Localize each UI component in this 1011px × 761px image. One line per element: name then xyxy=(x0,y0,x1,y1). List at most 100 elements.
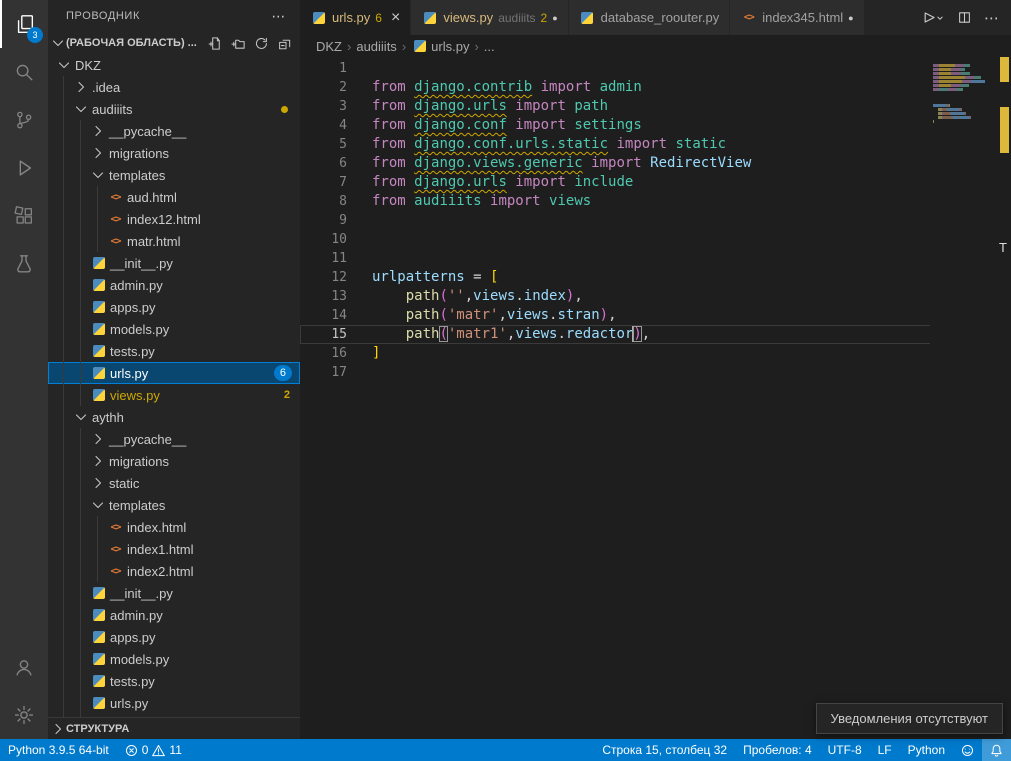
tree-item-DKZ[interactable]: DKZ xyxy=(48,54,300,76)
breadcrumb-...[interactable]: ... xyxy=(484,39,495,54)
tree-item-templates[interactable]: templates xyxy=(48,164,300,186)
new-folder-icon[interactable] xyxy=(229,34,248,53)
account-icon[interactable] xyxy=(0,643,48,691)
python-version[interactable]: Python 3.9.5 64-bit xyxy=(0,739,117,761)
line-number[interactable]: 7 xyxy=(300,173,347,192)
code-line[interactable]: 6from django.views.generic import Redire… xyxy=(300,154,1011,173)
code-line[interactable]: 7from django.urls import include xyxy=(300,173,1011,192)
code-line[interactable]: 12urlpatterns = [ xyxy=(300,268,1011,287)
code-line[interactable]: 17 xyxy=(300,363,1011,382)
encoding[interactable]: UTF-8 xyxy=(820,739,870,761)
breadcrumb-audiiits[interactable]: audiiits xyxy=(356,39,396,54)
overview-ruler[interactable]: T xyxy=(997,57,1011,739)
code-line[interactable]: 16] xyxy=(300,344,1011,363)
code-line[interactable]: 1 xyxy=(300,59,1011,78)
tree-item-tests.py[interactable]: tests.py xyxy=(48,670,300,692)
tree-item-urls.py[interactable]: urls.py xyxy=(48,692,300,714)
tree-item-views.py[interactable]: views.py xyxy=(48,714,300,717)
line-number[interactable]: 9 xyxy=(300,211,347,230)
code-line[interactable]: 10 xyxy=(300,230,1011,249)
collapse-all-icon[interactable] xyxy=(275,34,294,53)
line-number[interactable]: 6 xyxy=(300,154,347,173)
tree-item-index1.html[interactable]: <>index1.html xyxy=(48,538,300,560)
tree-item-audiiits[interactable]: audiiits xyxy=(48,98,300,120)
more-actions-icon[interactable]: ⋯ xyxy=(271,8,286,25)
tree-item-index.html[interactable]: <>index.html xyxy=(48,516,300,538)
line-number[interactable]: 12 xyxy=(300,268,347,287)
explorer-icon[interactable]: 3 xyxy=(0,0,48,48)
line-number[interactable]: 11 xyxy=(300,249,347,268)
tree-item-views.py[interactable]: views.py2 xyxy=(48,384,300,406)
line-number[interactable]: 16 xyxy=(300,344,347,363)
notifications-icon[interactable] xyxy=(982,739,1011,761)
tree-item-.idea[interactable]: .idea xyxy=(48,76,300,98)
tree-item-urls.py[interactable]: urls.py6 xyxy=(48,362,300,384)
close-icon[interactable]: × xyxy=(391,11,400,25)
tree-item-models.py[interactable]: models.py xyxy=(48,648,300,670)
breadcrumb-urls.py[interactable]: urls.py xyxy=(411,38,469,54)
problems[interactable]: 011 xyxy=(117,739,190,761)
code-line[interactable]: 8from audiiits import views xyxy=(300,192,1011,211)
line-number[interactable]: 13 xyxy=(300,287,347,306)
tree-item-apps.py[interactable]: apps.py xyxy=(48,626,300,648)
line-number[interactable]: 5 xyxy=(300,135,347,154)
split-editor-icon[interactable] xyxy=(957,10,972,25)
line-number[interactable]: 2 xyxy=(300,78,347,97)
feedback-icon[interactable] xyxy=(953,739,982,761)
tree-item-__pycache__[interactable]: __pycache__ xyxy=(48,120,300,142)
tree-item-static[interactable]: static xyxy=(48,472,300,494)
line-number[interactable]: 14 xyxy=(300,306,347,325)
breadcrumb-DKZ[interactable]: DKZ xyxy=(316,39,342,54)
tree-item-__init__.py[interactable]: __init__.py xyxy=(48,252,300,274)
tree-item-index12.html[interactable]: <>index12.html xyxy=(48,208,300,230)
editor[interactable]: 12from django.contrib import admin3from … xyxy=(300,57,1011,739)
tab-urls.py[interactable]: urls.py6× xyxy=(300,0,411,35)
code-line[interactable]: 5from django.conf.urls.static import sta… xyxy=(300,135,1011,154)
line-number[interactable]: 3 xyxy=(300,97,347,116)
cursor-position[interactable]: Строка 15, столбец 32 xyxy=(594,739,735,761)
search-icon[interactable] xyxy=(0,48,48,96)
line-number[interactable]: 1 xyxy=(300,59,347,78)
eol[interactable]: LF xyxy=(870,739,900,761)
tree-item-migrations[interactable]: migrations xyxy=(48,450,300,472)
code-line[interactable]: 9 xyxy=(300,211,1011,230)
tab-index345.html[interactable]: <>index345.html● xyxy=(730,0,864,35)
tree-item-index2.html[interactable]: <>index2.html xyxy=(48,560,300,582)
language-mode[interactable]: Python xyxy=(900,739,953,761)
extensions-icon[interactable] xyxy=(0,192,48,240)
tab-views.py[interactable]: views.pyaudiiits2● xyxy=(411,0,568,35)
tree-item-migrations[interactable]: migrations xyxy=(48,142,300,164)
tree-item-apps.py[interactable]: apps.py xyxy=(48,296,300,318)
code-line[interactable]: 4from django.conf import settings xyxy=(300,116,1011,135)
source-control-icon[interactable] xyxy=(0,96,48,144)
line-number[interactable]: 15 xyxy=(300,325,347,344)
tree-item-aythh[interactable]: aythh xyxy=(48,406,300,428)
refresh-icon[interactable] xyxy=(252,34,271,53)
run-debug-icon[interactable] xyxy=(0,144,48,192)
tree-item-__init__.py[interactable]: __init__.py xyxy=(48,582,300,604)
code-line[interactable]: 3from django.urls import path xyxy=(300,97,1011,116)
line-number[interactable]: 10 xyxy=(300,230,347,249)
code-line[interactable]: 13 path('',views.index), xyxy=(300,287,1011,306)
outline-section-header[interactable]: СТРУКТУРА xyxy=(48,717,300,739)
run-icon[interactable] xyxy=(920,10,945,25)
workspace-section-header[interactable]: (РАБОЧАЯ ОБЛАСТЬ) ... xyxy=(48,32,300,54)
tree-item-templates[interactable]: templates xyxy=(48,494,300,516)
code-area[interactable]: 12from django.contrib import admin3from … xyxy=(300,57,1011,382)
code-line[interactable]: 14 path('matr',views.stran), xyxy=(300,306,1011,325)
tree-item-admin.py[interactable]: admin.py xyxy=(48,604,300,626)
more-actions-icon[interactable]: ⋯ xyxy=(984,9,999,27)
code-line[interactable]: 15 path('matr1',views.redactor), xyxy=(300,325,1011,344)
tree-item-matr.html[interactable]: <>matr.html xyxy=(48,230,300,252)
tree-item-tests.py[interactable]: tests.py xyxy=(48,340,300,362)
code-line[interactable]: 2from django.contrib import admin xyxy=(300,78,1011,97)
minimap[interactable] xyxy=(930,57,997,739)
settings-icon[interactable] xyxy=(0,691,48,739)
indentation[interactable]: Пробелов: 4 xyxy=(735,739,820,761)
line-number[interactable]: 8 xyxy=(300,192,347,211)
line-number[interactable]: 4 xyxy=(300,116,347,135)
code-line[interactable]: 11 xyxy=(300,249,1011,268)
tree-item-aud.html[interactable]: <>aud.html xyxy=(48,186,300,208)
tree-item-admin.py[interactable]: admin.py xyxy=(48,274,300,296)
line-number[interactable]: 17 xyxy=(300,363,347,382)
